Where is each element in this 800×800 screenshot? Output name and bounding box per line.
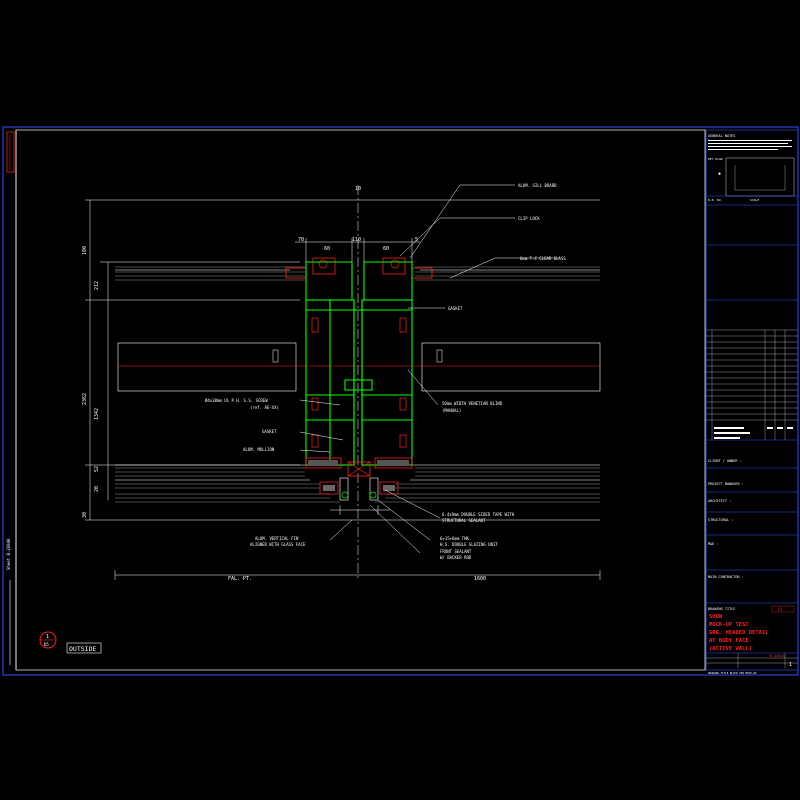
dim-v4: 212 <box>94 281 100 290</box>
dim-left-label: FAL. PT. <box>228 576 252 582</box>
dim-top: 10 <box>355 186 361 192</box>
label-fin: ALUM. VERTICAL FIN <box>255 536 299 541</box>
label-gasket-left: GASKET <box>262 429 277 434</box>
border-sheet-text: Sheet B-2004A <box>6 538 11 570</box>
dim-v5: 52 <box>94 466 100 472</box>
dim-110: 110 <box>352 237 361 243</box>
dim-70: 70 <box>298 237 304 243</box>
drawing-number: B-2004A <box>770 654 786 658</box>
drawing-revision: 1 <box>789 662 792 668</box>
dim-right-label: 1600 <box>474 576 486 582</box>
section-ref: D5 <box>44 642 49 647</box>
label-glazing-2: H.S. DOUBLE GLAZING UNIT <box>440 542 498 547</box>
dim-v1: 100 <box>82 246 88 255</box>
title-block: GENERAL NOTES KEY PLAN ◈ N.B. NO. SCALE <box>705 129 799 675</box>
svg-text:◈: ◈ <box>718 171 721 177</box>
drawing-title-line-1: SHOW <box>709 614 723 620</box>
label-wall-board: ALUM. SILL BOARD <box>518 183 557 188</box>
drawing-title-label: DRAWING TITLE <box>708 607 735 611</box>
sheet-inner-border <box>15 129 706 671</box>
me-row: M&E : <box>708 542 719 546</box>
outside-label: OUTSIDE <box>69 645 96 653</box>
cad-drawing: Sheet B-2004A GENERAL NOTES KEY PLAN ◈ N… <box>2 126 799 676</box>
client-row: CLIENT / OWNER : <box>708 459 742 463</box>
dim-v2: 1342 <box>94 408 100 420</box>
label-fin-2: ALIGNED WITH GLASS FACE <box>250 542 306 547</box>
label-blind-2: (MANUAL) <box>442 408 461 413</box>
label-sealant-2: W/ BACKER ROD <box>440 555 472 560</box>
label-sealant: FRONT SEALANT <box>440 549 472 554</box>
drawing-title-line-3: GRG. HEADED DETAIL <box>709 630 769 636</box>
dim-v7: 30 <box>82 512 88 518</box>
contractor-row: MAIN CONTRACTOR : <box>708 575 744 579</box>
title-footer: DRAWING TITLE BLOCK FOR MOCK-UP <box>708 671 757 675</box>
drawing-rev: A1 <box>778 607 783 612</box>
label-screw-2: (ref. AE-XX) <box>250 405 279 410</box>
label-clip-lock: CLIP LOCK <box>518 216 540 221</box>
section-number: 1 <box>46 634 49 640</box>
scale-value: SCALE <box>750 198 759 202</box>
sheet-border <box>2 126 799 676</box>
key-plan-label: KEY PLAN <box>708 157 723 161</box>
label-gasket-top: GASKET <box>448 306 463 311</box>
drawing-title-line-5: (ACTIVE WALL) <box>709 646 752 652</box>
label-clear-glass: 6mm T.C CLEAR GLASS <box>520 256 566 261</box>
dim-60b: 60 <box>383 246 389 252</box>
scale-label: N.B. NO. <box>708 198 723 202</box>
drawing-title-line-4: AT BODY FACE <box>709 638 749 644</box>
label-mullion: ALUM. MULLION <box>243 447 275 452</box>
architect-row: ARCHITECT : <box>708 499 731 503</box>
dim-v6: 20 <box>94 486 100 492</box>
label-screw: Ø4x38mm UL P.H. S.S. SCREW <box>205 398 268 403</box>
label-tape: 6.4x9mm DOUBLE SIDED TAPE WITH <box>442 512 515 517</box>
section-drawing: 10 60 60 70 110 5 100 212 2362 1342 52 2… <box>39 183 601 654</box>
structural-row: STRUCTURAL : <box>708 518 733 522</box>
pm-row: PROJECT MANAGER : <box>708 482 744 486</box>
label-blind: 50mm WIDTH VENETIAN BLIND <box>442 401 503 406</box>
label-tape-2: STRUCTURAL SEALANT <box>442 518 486 523</box>
dim-v3: 2362 <box>82 393 88 405</box>
dim-60a: 60 <box>324 246 330 252</box>
notes-header: GENERAL NOTES <box>708 134 735 138</box>
drawing-title-line-2: MOCK-UP TEST <box>709 622 749 628</box>
label-glazing: 6+15+6mm THK. <box>440 536 471 541</box>
